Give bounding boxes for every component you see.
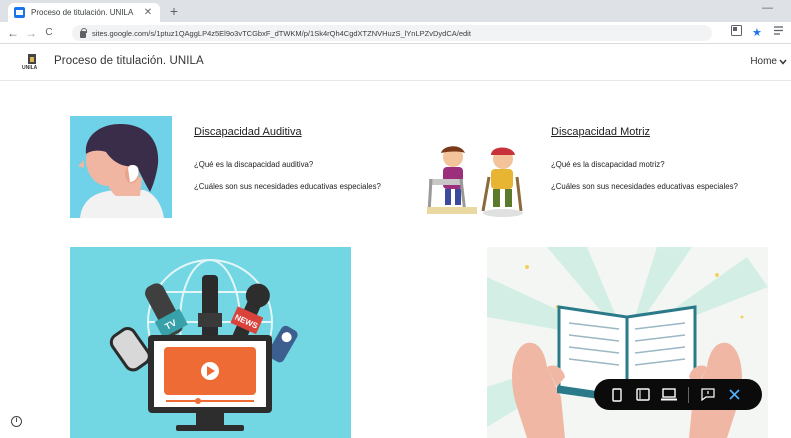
auditiva-question-1: ¿Qué es la discapacidad auditiva?	[194, 160, 314, 169]
info-icon[interactable]: i	[11, 416, 22, 427]
toolbar-divider	[688, 386, 689, 403]
auditiva-title-link[interactable]: Discapacidad Auditiva	[194, 126, 302, 138]
browser-tab[interactable]: Proceso de titulación. UNILA ✕	[8, 3, 160, 22]
tab-close-icon[interactable]: ✕	[142, 7, 154, 18]
browser-toolbar: ← → C sites.google.com/s/1ptuz1QAggLP4z5…	[0, 22, 791, 44]
deaf-person-illustration	[70, 116, 172, 218]
lock-icon	[80, 27, 87, 38]
browser-tabstrip: Proceso de titulación. UNILA ✕ + —	[0, 0, 791, 22]
address-bar[interactable]: sites.google.com/s/1ptuz1QAggLP4z5El9o3v…	[72, 25, 712, 41]
media-banner-image: TV NEWS	[70, 247, 351, 438]
feedback-button[interactable]	[695, 383, 721, 407]
laptop-icon	[661, 388, 677, 401]
motriz-title-link[interactable]: Discapacidad Motriz	[551, 126, 650, 138]
reload-button[interactable]: C	[42, 25, 56, 41]
translate-icon[interactable]	[731, 25, 742, 41]
site-header: UNILA Proceso de titulación. UNILA Home	[0, 45, 791, 81]
google-sites-icon	[14, 7, 25, 18]
logo-label: UNILA	[22, 65, 38, 71]
nav-home-label: Home	[750, 56, 777, 67]
chevron-down-icon	[779, 59, 787, 65]
tab-title: Proceso de titulación. UNILA	[31, 8, 134, 17]
tablet-preview-button[interactable]	[630, 383, 656, 407]
children-walker-illustration	[427, 146, 523, 217]
bookmark-star-icon[interactable]: ★	[752, 25, 762, 41]
phone-preview-button[interactable]	[604, 383, 630, 407]
motriz-question-2: ¿Cuáles son sus necesidades educativas e…	[551, 182, 738, 191]
motriz-question-1: ¿Qué es la discapacidad motriz?	[551, 160, 665, 169]
auditiva-image	[70, 116, 172, 218]
forward-button[interactable]: →	[24, 25, 38, 41]
back-button[interactable]: ←	[6, 25, 20, 41]
new-tab-button[interactable]: +	[166, 2, 182, 20]
auditiva-question-2: ¿Cuáles son sus necesidades educativas e…	[194, 182, 381, 191]
close-preview-button[interactable]	[721, 383, 747, 407]
laptop-preview-button[interactable]	[656, 383, 682, 407]
close-icon	[728, 389, 740, 400]
building-icon	[28, 54, 36, 64]
nav-home[interactable]: Home	[750, 56, 787, 67]
url-text: sites.google.com/s/1ptuz1QAggLP4z5El9o3v…	[92, 28, 471, 38]
preview-device-toolbar	[594, 379, 762, 410]
media-news-illustration: TV NEWS	[70, 247, 351, 438]
motriz-image	[427, 143, 529, 218]
phone-icon	[612, 387, 622, 402]
unila-logo[interactable]: UNILA	[22, 52, 40, 74]
site-title[interactable]: Proceso de titulación. UNILA	[54, 55, 204, 67]
tablet-icon	[636, 388, 650, 401]
feedback-icon	[701, 388, 715, 401]
reading-list-icon[interactable]	[774, 25, 785, 41]
window-minimize-button[interactable]: —	[762, 2, 773, 14]
